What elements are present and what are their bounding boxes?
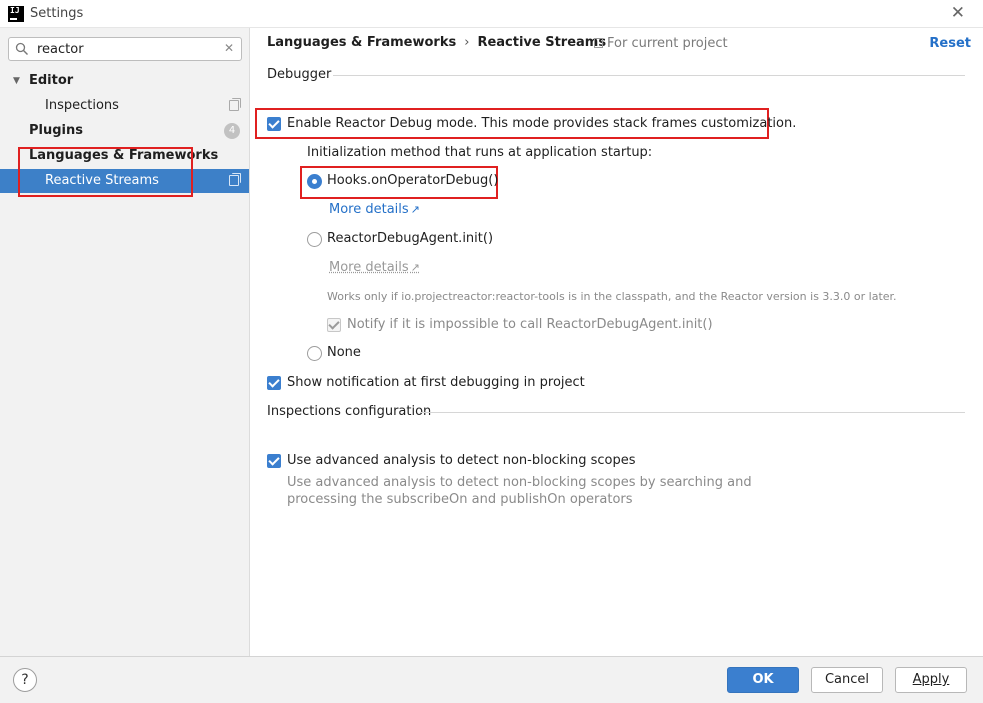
breadcrumb-item: Reactive Streams: [477, 35, 607, 50]
breadcrumb-item[interactable]: Languages & Frameworks: [267, 35, 456, 50]
window-title: Settings: [30, 6, 84, 21]
help-button[interactable]: ?: [13, 668, 37, 692]
sidebar-item-label: Editor: [29, 73, 74, 88]
clear-search-icon[interactable]: ✕: [224, 41, 234, 55]
plugins-count-badge: 4: [224, 123, 240, 139]
sidebar-item-label: Languages & Frameworks: [29, 148, 219, 163]
show-notification-checkbox[interactable]: [267, 376, 281, 390]
sidebar-item-label: Reactive Streams: [45, 173, 159, 188]
agent-radio-label[interactable]: ReactorDebugAgent.init(): [327, 231, 493, 246]
ok-button[interactable]: OK: [727, 667, 799, 693]
sidebar-item-plugins[interactable]: Plugins 4: [0, 119, 249, 143]
agent-requirement-note: Works only if io.projectreactor:reactor-…: [327, 290, 897, 303]
section-title-debugger: Debugger: [267, 67, 332, 82]
show-notification-label[interactable]: Show notification at first debugging in …: [287, 375, 585, 390]
enable-debug-label[interactable]: Enable Reactor Debug mode. This mode pro…: [287, 116, 796, 131]
enable-debug-checkbox[interactable]: [267, 117, 281, 131]
more-details-link-hooks[interactable]: More details ↗: [329, 202, 420, 217]
advanced-analysis-label[interactable]: Use advanced analysis to detect non-bloc…: [287, 453, 636, 468]
apply-button[interactable]: Apply: [895, 667, 967, 693]
none-radio[interactable]: [307, 346, 322, 361]
section-divider: [333, 75, 965, 76]
advanced-analysis-description: processing the subscribeOn and publishOn…: [287, 492, 633, 507]
scope-hint: For current project: [594, 36, 728, 51]
sidebar-item-reactive-streams[interactable]: Reactive Streams: [0, 169, 249, 193]
hooks-radio-label[interactable]: Hooks.onOperatorDebug(): [327, 173, 498, 188]
project-scope-icon: [229, 98, 241, 111]
sidebar-item-languages-frameworks[interactable]: Languages & Frameworks: [0, 144, 249, 168]
search-input[interactable]: [37, 41, 217, 57]
none-radio-label[interactable]: None: [327, 345, 361, 360]
scope-hint-text: For current project: [607, 36, 728, 51]
external-link-icon: ↗: [410, 261, 420, 274]
dialog-button-bar: ? OK Cancel Apply: [0, 656, 983, 703]
hooks-radio[interactable]: [307, 174, 322, 189]
close-icon[interactable]: ✕: [951, 3, 965, 23]
search-icon: [15, 42, 31, 56]
sidebar-item-inspections[interactable]: Inspections: [0, 94, 249, 118]
sidebar-item-label: Inspections: [45, 98, 119, 113]
project-scope-icon: [229, 173, 241, 186]
title-bar: IJ Settings ✕: [0, 0, 983, 28]
settings-sidebar: ✕ ▼ Editor Inspections Plugins 4 Languag…: [0, 28, 250, 656]
section-title-inspections: Inspections configuration: [267, 404, 432, 419]
more-details-link-agent[interactable]: More details ↗: [329, 260, 420, 275]
init-method-label: Initialization method that runs at appli…: [307, 145, 653, 160]
advanced-analysis-description: Use advanced analysis to detect non-bloc…: [287, 475, 752, 490]
notify-checkbox[interactable]: [327, 318, 341, 332]
search-box[interactable]: ✕: [8, 37, 242, 61]
breadcrumb: Languages & Frameworks › Reactive Streams: [267, 35, 606, 50]
sidebar-item-label: Plugins: [29, 123, 83, 138]
reset-link[interactable]: Reset: [929, 36, 971, 51]
sidebar-item-editor[interactable]: ▼ Editor: [0, 69, 249, 93]
cancel-button[interactable]: Cancel: [811, 667, 883, 693]
external-link-icon: ↗: [410, 203, 420, 216]
project-scope-icon: [594, 38, 603, 48]
agent-radio[interactable]: [307, 232, 322, 247]
expand-arrow-icon[interactable]: ▼: [13, 69, 20, 93]
section-divider: [420, 412, 965, 413]
breadcrumb-separator: ›: [464, 35, 470, 50]
intellij-logo-icon: IJ: [8, 6, 24, 22]
advanced-analysis-checkbox[interactable]: [267, 454, 281, 468]
notify-label[interactable]: Notify if it is impossible to call React…: [347, 317, 713, 332]
